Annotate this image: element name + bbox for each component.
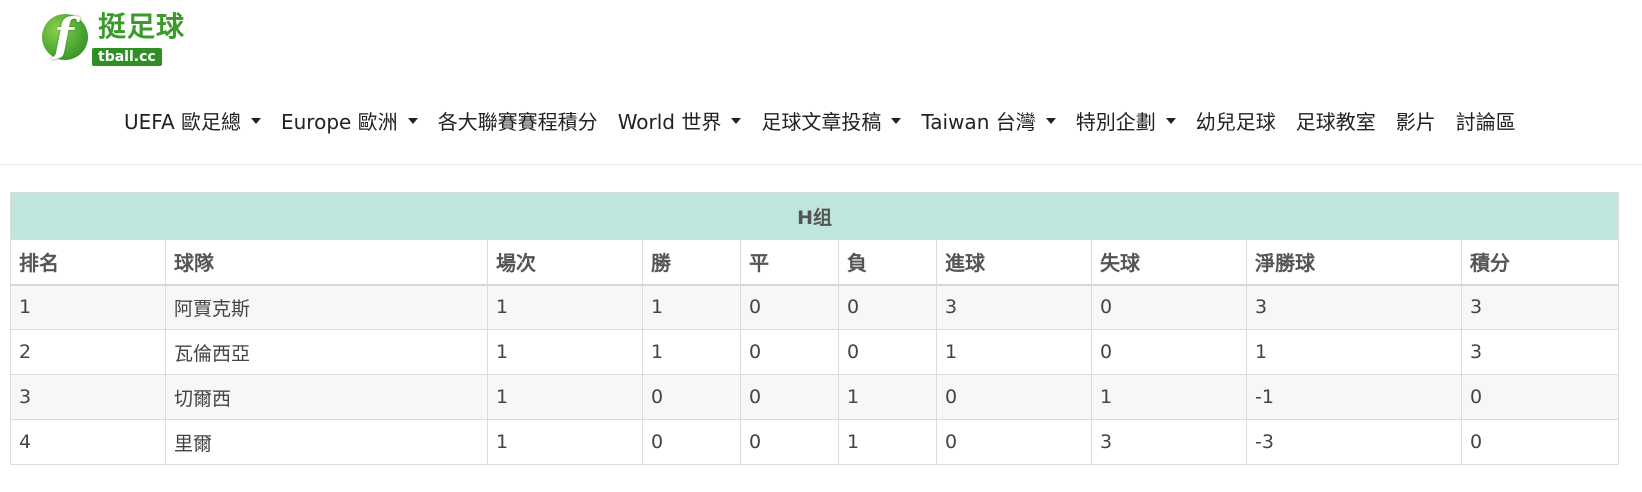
cell-points: 0 [1460,374,1620,420]
cell-played: 1 [487,419,643,465]
nav-item-forum[interactable]: 討論區 [1456,106,1516,135]
nav-item-label: 討論區 [1455,110,1516,134]
nav-item-label: Europe 歐洲 [280,110,398,134]
cell-goals-for: 3 [936,284,1092,330]
nav-item-label: UEFA 歐足總 [124,110,241,134]
cell-rank: 1 [10,284,166,330]
cell-won: 1 [642,329,741,375]
cell-drawn: 0 [740,284,839,330]
cell-team: 阿賈克斯 [165,284,488,330]
cell-goal-diff: -3 [1246,419,1462,465]
cell-team: 里爾 [165,419,488,465]
col-header-team: 球隊 [165,239,488,286]
caret-down-icon [1165,117,1176,124]
cell-played: 1 [487,284,643,330]
cell-goal-diff: 3 [1246,284,1462,330]
cell-team: 切爾西 [165,374,488,420]
nav-item-taiwan[interactable]: Taiwan 台灣 [921,106,1056,135]
col-header-goal-diff: 淨勝球 [1246,239,1462,286]
cell-goals-for: 0 [936,374,1092,420]
caret-down-icon [891,117,902,124]
cell-lost: 0 [838,284,937,330]
cell-lost: 1 [838,374,937,420]
caret-down-icon [1045,117,1056,124]
cell-goals-for: 0 [936,419,1092,465]
nav-item-label: 足球文章投稿 [761,110,882,134]
standings-table-wrap: H组 排名 球隊 場次 勝 平 負 進球 失球 淨勝球 積分 1 阿賈克斯 1 … [9,192,1620,465]
cell-drawn: 0 [740,329,839,375]
cell-goals-against: 0 [1091,329,1247,375]
col-header-goals-against: 失球 [1091,239,1247,286]
cell-lost: 1 [838,419,937,465]
nav-item-label: Taiwan 台灣 [921,110,1036,134]
cell-won: 1 [642,284,741,330]
cell-rank: 4 [10,419,166,465]
col-header-lost: 負 [838,239,937,286]
nav-item-label: World 世界 [617,110,722,134]
table-row: 4 里爾 1 0 0 1 0 3 -3 0 [10,419,1620,465]
cell-rank: 3 [10,374,166,420]
nav-item-articles[interactable]: 足球文章投稿 [761,106,902,135]
cell-goal-diff: -1 [1246,374,1462,420]
nav-item-football-class[interactable]: 足球教室 [1296,106,1376,135]
site-logo[interactable]: f 挺足球 tball.cc [40,10,190,68]
cell-goals-for: 1 [936,329,1092,375]
cell-lost: 0 [838,329,937,375]
nav-item-label: 幼兒足球 [1195,110,1276,134]
cell-points: 3 [1460,284,1620,330]
nav-item-label: 足球教室 [1295,110,1376,134]
cell-goals-against: 1 [1091,374,1247,420]
table-row: 2 瓦倫西亞 1 1 0 0 1 0 1 3 [10,329,1620,375]
table-row: 3 切爾西 1 0 0 1 0 1 -1 0 [10,374,1620,420]
caret-down-icon [407,117,418,124]
nav-item-league-schedule[interactable]: 各大聯賽賽程積分 [438,106,598,135]
cell-played: 1 [487,329,643,375]
group-header-row: H组 [9,192,1620,240]
nav-item-videos[interactable]: 影片 [1396,106,1436,135]
nav-item-label: 各大聯賽賽程積分 [437,110,598,134]
nav-item-world[interactable]: World 世界 [618,106,742,135]
nav-item-special[interactable]: 特別企劃 [1076,106,1176,135]
cell-drawn: 0 [740,419,839,465]
caret-down-icon [250,117,261,124]
nav-item-label: 特別企劃 [1075,110,1156,134]
col-header-played: 場次 [487,239,643,286]
cell-drawn: 0 [740,374,839,420]
cell-team: 瓦倫西亞 [165,329,488,375]
logo-f-mark: f [54,8,74,62]
col-header-rank: 排名 [10,239,166,286]
main-nav: UEFA 歐足總 Europe 歐洲 各大聯賽賽程積分 World 世界 足球文… [124,106,1516,135]
cell-goal-diff: 1 [1246,329,1462,375]
logo-english-text: tball.cc [92,48,162,66]
table-row: 1 阿賈克斯 1 1 0 0 3 0 3 3 [10,284,1620,330]
cell-rank: 2 [10,329,166,375]
nav-item-uefa[interactable]: UEFA 歐足總 [124,106,261,135]
cell-won: 0 [642,419,741,465]
cell-points: 0 [1460,419,1620,465]
nav-item-label: 影片 [1395,110,1436,134]
nav-item-kids-football[interactable]: 幼兒足球 [1196,106,1276,135]
column-header-row: 排名 球隊 場次 勝 平 負 進球 失球 淨勝球 積分 [10,239,1620,286]
cell-played: 1 [487,374,643,420]
logo-chinese-text: 挺足球 [98,10,186,43]
caret-down-icon [731,117,742,124]
cell-goals-against: 0 [1091,284,1247,330]
group-title: H组 [9,192,1620,240]
standings-table: H组 排名 球隊 場次 勝 平 負 進球 失球 淨勝球 積分 1 阿賈克斯 1 … [9,192,1620,465]
col-header-won: 勝 [642,239,741,286]
nav-item-europe[interactable]: Europe 歐洲 [281,106,418,135]
site-header: f 挺足球 tball.cc UEFA 歐足總 Europe 歐洲 各大聯賽賽程… [0,0,1642,165]
col-header-points: 積分 [1460,239,1620,286]
cell-points: 3 [1460,329,1620,375]
col-header-goals-for: 進球 [936,239,1092,286]
cell-goals-against: 3 [1091,419,1247,465]
col-header-drawn: 平 [740,239,839,286]
cell-won: 0 [642,374,741,420]
